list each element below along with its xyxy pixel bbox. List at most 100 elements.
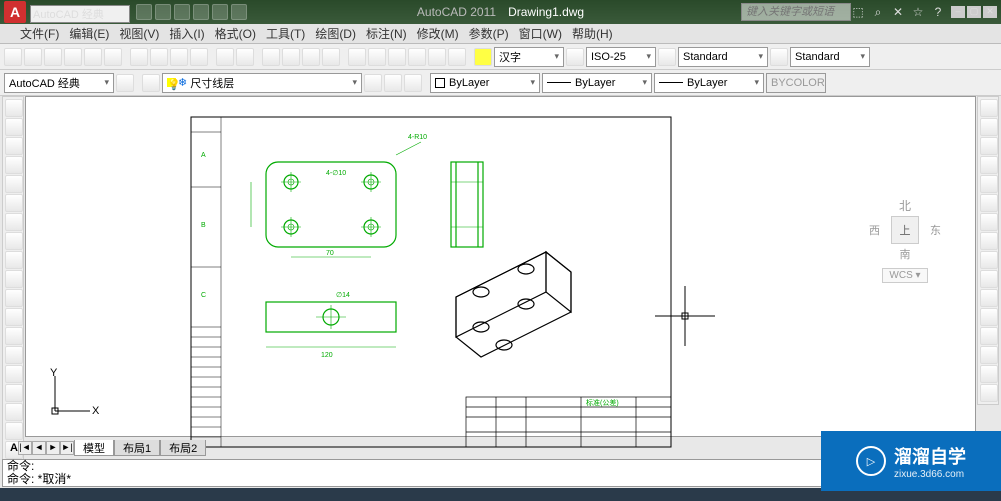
- toolpalette-icon[interactable]: [388, 48, 406, 66]
- menu-window[interactable]: 窗口(W): [519, 25, 562, 42]
- copy-icon[interactable]: [150, 48, 168, 66]
- textstyle-dropdown[interactable]: 汉字: [494, 47, 564, 67]
- dimstyle-dropdown[interactable]: ISO-25: [586, 47, 656, 67]
- tab-next-icon[interactable]: ►: [46, 441, 60, 455]
- favorite-icon[interactable]: ☆: [911, 5, 925, 19]
- menu-dimension[interactable]: 标注(N): [366, 25, 407, 42]
- copy2-icon[interactable]: [980, 118, 998, 136]
- properties-icon[interactable]: [348, 48, 366, 66]
- undo-icon[interactable]: [216, 48, 234, 66]
- layerprev-icon[interactable]: [404, 74, 422, 92]
- layerstate-icon[interactable]: [364, 74, 382, 92]
- menu-help[interactable]: 帮助(H): [572, 25, 613, 42]
- calc-icon[interactable]: [448, 48, 466, 66]
- qat-save-icon[interactable]: [174, 4, 190, 20]
- search-input[interactable]: [741, 3, 851, 21]
- tab-model[interactable]: 模型: [74, 440, 114, 456]
- preview-icon[interactable]: [84, 48, 102, 66]
- mleaderstyle-icon[interactable]: [770, 48, 788, 66]
- rotate-icon[interactable]: [980, 213, 998, 231]
- polyline-icon[interactable]: [5, 137, 23, 155]
- tablestyle-icon[interactable]: [658, 48, 676, 66]
- stretch-icon[interactable]: [980, 251, 998, 269]
- trim-icon[interactable]: [980, 270, 998, 288]
- block-icon[interactable]: [5, 327, 23, 345]
- tab-first-icon[interactable]: |◄: [18, 441, 32, 455]
- menu-format[interactable]: 格式(O): [215, 25, 256, 42]
- point-icon[interactable]: [5, 346, 23, 364]
- arc-icon[interactable]: [5, 194, 23, 212]
- maximize-button[interactable]: ▢: [967, 6, 981, 18]
- menu-draw[interactable]: 绘图(D): [315, 25, 356, 42]
- layer-dropdown[interactable]: 💡 ❄ 尺寸线层: [162, 73, 362, 93]
- open-icon[interactable]: [24, 48, 42, 66]
- app-logo[interactable]: A: [4, 1, 26, 23]
- layeriso-icon[interactable]: [384, 74, 402, 92]
- signin-icon[interactable]: ⌕: [871, 5, 885, 19]
- dimstyle-icon[interactable]: [566, 48, 584, 66]
- workspace-dd2[interactable]: AutoCAD 经典: [4, 73, 114, 93]
- drawing-canvas[interactable]: A B C 70 4-R10 4-∅10: [25, 96, 976, 437]
- scale-icon[interactable]: [980, 232, 998, 250]
- tablestyle-dropdown[interactable]: Standard: [678, 47, 768, 67]
- minimize-button[interactable]: –: [951, 6, 965, 18]
- explode-icon[interactable]: [980, 384, 998, 402]
- view-cube[interactable]: 北 西 上 东 南 WCS ▾: [869, 197, 941, 287]
- polygon-icon[interactable]: [5, 156, 23, 174]
- gradient-icon[interactable]: [5, 384, 23, 402]
- infocenter-btn-icon[interactable]: ⬚: [851, 5, 865, 19]
- textstyle-icon[interactable]: [474, 48, 492, 66]
- revcloud-icon[interactable]: [5, 232, 23, 250]
- exchange-icon[interactable]: ✕: [891, 5, 905, 19]
- erase-icon[interactable]: [980, 99, 998, 117]
- chamfer-icon[interactable]: [980, 346, 998, 364]
- break-icon[interactable]: [980, 308, 998, 326]
- tab-prev-icon[interactable]: ◄: [32, 441, 46, 455]
- matchprop-icon[interactable]: [190, 48, 208, 66]
- layer-manager-icon[interactable]: [142, 74, 160, 92]
- circle-icon[interactable]: [5, 213, 23, 231]
- linetype-dropdown[interactable]: ByLayer: [542, 73, 652, 93]
- line-icon[interactable]: [5, 99, 23, 117]
- designcenter-icon[interactable]: [368, 48, 386, 66]
- move-icon[interactable]: [980, 194, 998, 212]
- join-icon[interactable]: [980, 327, 998, 345]
- sheetset-icon[interactable]: [408, 48, 426, 66]
- menu-tools[interactable]: 工具(T): [266, 25, 305, 42]
- array-icon[interactable]: [980, 175, 998, 193]
- qat-new-icon[interactable]: [136, 4, 152, 20]
- offset-icon[interactable]: [980, 156, 998, 174]
- pan-icon[interactable]: [262, 48, 280, 66]
- color-dropdown[interactable]: ByLayer: [430, 73, 540, 93]
- xline-icon[interactable]: [5, 118, 23, 136]
- menu-insert[interactable]: 插入(I): [169, 25, 204, 42]
- workspace-dropdown[interactable]: AutoCAD 经典: [30, 5, 130, 23]
- mleaderstyle-dropdown[interactable]: Standard: [790, 47, 870, 67]
- zoom-icon[interactable]: [282, 48, 300, 66]
- qat-open-icon[interactable]: [155, 4, 171, 20]
- tab-last-icon[interactable]: ►|: [60, 441, 74, 455]
- menu-edit[interactable]: 编辑(E): [69, 25, 109, 42]
- mirror-icon[interactable]: [980, 137, 998, 155]
- workspace-settings-icon[interactable]: [116, 74, 134, 92]
- fillet-icon[interactable]: [980, 365, 998, 383]
- spline-icon[interactable]: [5, 251, 23, 269]
- menu-view[interactable]: 视图(V): [119, 25, 159, 42]
- qat-redo-icon[interactable]: [212, 4, 228, 20]
- cut-icon[interactable]: [130, 48, 148, 66]
- tab-layout2[interactable]: 布局2: [160, 440, 206, 456]
- ellipse-icon[interactable]: [5, 270, 23, 288]
- zoomprev-icon[interactable]: [322, 48, 340, 66]
- publish-icon[interactable]: [104, 48, 122, 66]
- qat-undo-icon[interactable]: [193, 4, 209, 20]
- markup-icon[interactable]: [428, 48, 446, 66]
- menu-parametric[interactable]: 参数(P): [469, 25, 509, 42]
- tab-layout1[interactable]: 布局1: [114, 440, 160, 456]
- table-icon[interactable]: [5, 422, 23, 440]
- close-button[interactable]: ✕: [983, 6, 997, 18]
- menu-file[interactable]: 文件(F): [20, 25, 59, 42]
- extend-icon[interactable]: [980, 289, 998, 307]
- save-icon[interactable]: [44, 48, 62, 66]
- print-icon[interactable]: [64, 48, 82, 66]
- region-icon[interactable]: [5, 403, 23, 421]
